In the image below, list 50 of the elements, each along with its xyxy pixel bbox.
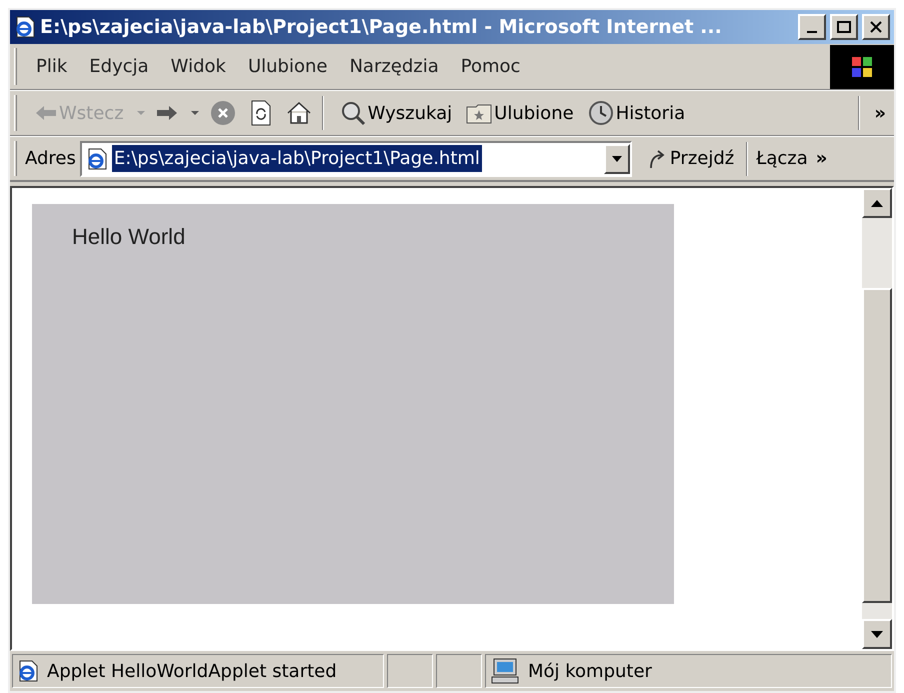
scroll-thumb[interactable] bbox=[862, 288, 892, 603]
menu-item[interactable]: Narzędzia bbox=[338, 53, 450, 80]
home-icon bbox=[286, 101, 312, 125]
menu-item[interactable]: Plik bbox=[25, 53, 78, 80]
curved-arrow-icon bbox=[648, 148, 666, 168]
search-button[interactable]: Wyszukaj bbox=[336, 100, 456, 126]
more-button[interactable]: » bbox=[816, 145, 828, 172]
windows-logo-icon bbox=[851, 56, 873, 78]
caret-icon bbox=[612, 156, 622, 162]
page-icon bbox=[14, 16, 36, 38]
menu-item[interactable]: Pomoc bbox=[450, 53, 532, 80]
status-pane bbox=[387, 654, 433, 688]
history-button[interactable]: Historia bbox=[584, 100, 690, 126]
scroll-up-button[interactable] bbox=[862, 188, 892, 218]
vertical-scrollbar[interactable] bbox=[862, 188, 892, 649]
window-title: E:\ps\zajecia\java-lab\Project1\Page.html - Microsoft Internet ... bbox=[40, 14, 723, 40]
stop-icon bbox=[210, 100, 236, 126]
arrow-icon bbox=[35, 105, 57, 121]
close-icon bbox=[870, 21, 882, 33]
menu-item[interactable]: Edycja bbox=[78, 53, 160, 80]
dropdown-caret-icon[interactable] bbox=[190, 110, 200, 116]
status-message: Applet HelloWorldApplet started bbox=[47, 660, 337, 684]
minimize-icon bbox=[807, 30, 817, 32]
zone-label: Mój komputer bbox=[528, 660, 652, 684]
address-field[interactable]: E:\ps\zajecia\java-lab\Project1\Page.html bbox=[80, 140, 632, 176]
favorites-button[interactable]: Ulubione bbox=[462, 100, 578, 126]
folder-star-icon bbox=[466, 102, 492, 124]
refresh-icon bbox=[250, 100, 272, 126]
page-icon bbox=[17, 660, 39, 682]
minimize-button[interactable] bbox=[798, 14, 826, 40]
go-button[interactable]: Przejdź bbox=[648, 145, 734, 172]
computer-icon bbox=[490, 658, 520, 684]
down-arrow-icon bbox=[871, 630, 883, 638]
page-icon bbox=[86, 148, 108, 170]
links-label[interactable]: Łącza bbox=[756, 145, 808, 172]
scroll-down-button[interactable] bbox=[862, 619, 892, 649]
menu-item[interactable]: Widok bbox=[160, 53, 237, 80]
maximize-icon bbox=[837, 21, 851, 33]
close-button[interactable] bbox=[862, 14, 890, 40]
address-label: Adres bbox=[25, 147, 76, 171]
search-icon bbox=[340, 100, 366, 126]
clock-icon bbox=[588, 100, 614, 126]
up-arrow-icon bbox=[871, 200, 883, 206]
maximize-button[interactable] bbox=[830, 14, 858, 40]
menu-item[interactable]: Ulubione bbox=[236, 53, 338, 80]
applet-text: Hello World bbox=[72, 224, 186, 249]
status-pane bbox=[436, 654, 482, 688]
dropdown-button[interactable] bbox=[604, 144, 630, 174]
arrow-icon bbox=[156, 105, 178, 121]
more-button[interactable]: » bbox=[866, 100, 894, 126]
